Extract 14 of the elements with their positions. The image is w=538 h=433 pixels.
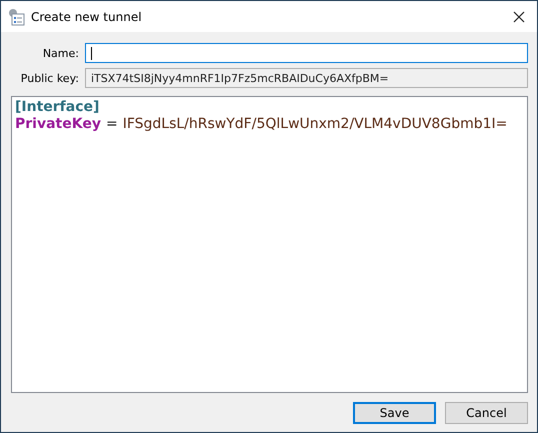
close-icon[interactable] (513, 10, 525, 22)
config-key: PrivateKey (15, 116, 101, 133)
dialog-button[interactable]: Save (353, 402, 436, 424)
name-field[interactable] (85, 43, 528, 63)
window-title: Create new tunnel (31, 10, 143, 24)
public-key-field[interactable]: iTSX74tSI8jNyy4mnRF1Ip7Fz5mcRBAIDuCy6AXfpBM= (85, 68, 528, 88)
section-header: [Interface] (15, 99, 100, 116)
public-key-label: Public key: (20, 72, 79, 84)
app-icon (7, 8, 25, 26)
name-label: Name: (42, 46, 79, 60)
config-editor[interactable]: [Interface] PrivateKey = IFSgdLsL/hRswYdF/5QlLwUnxm2/VLM4vDUV8Gbmb1I= (11, 96, 528, 393)
equals-sign: = (106, 116, 118, 133)
config-value: IFSgdLsL/hRswYdF/5QlLwUnxm2/VLM4vDUV8Gbmb1I= (122, 116, 508, 133)
dialog-button[interactable]: Cancel (445, 402, 528, 424)
